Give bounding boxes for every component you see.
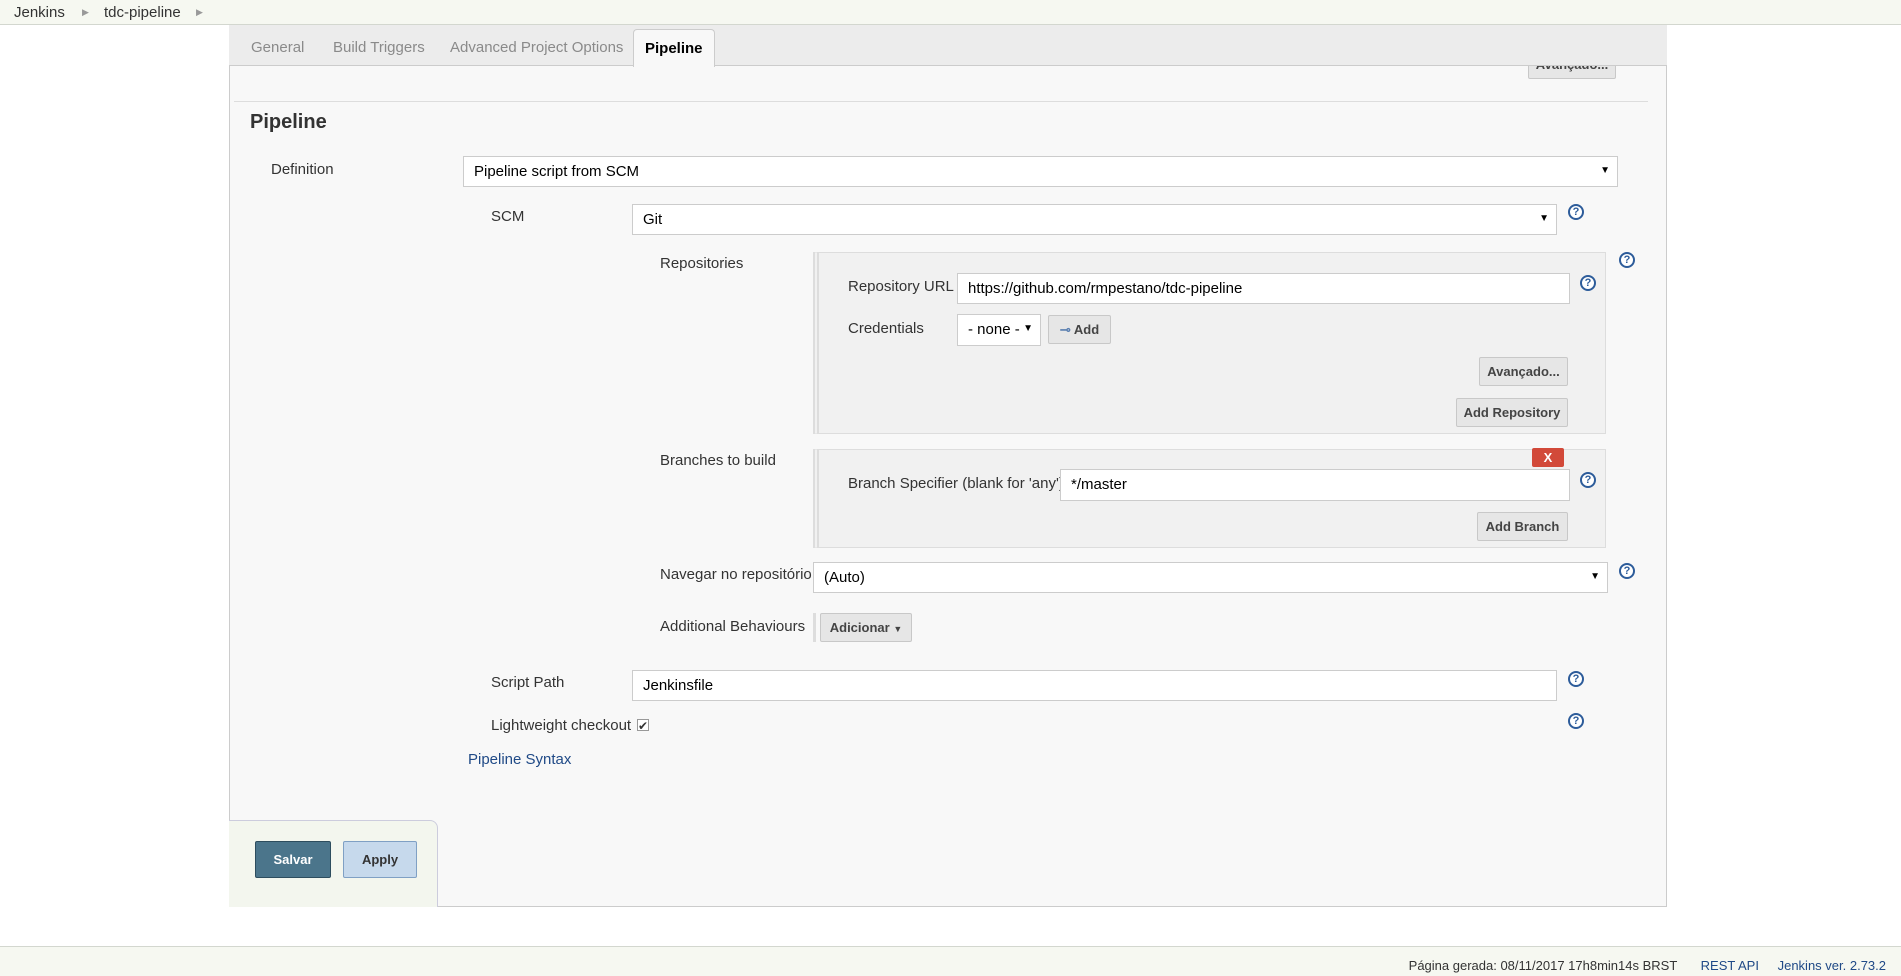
tab-advanced-project-options[interactable]: Advanced Project Options <box>450 39 623 56</box>
behaviours-bar <box>813 613 816 642</box>
dropdown-arrow-icon: ▼ <box>1539 213 1549 224</box>
add-branch-button[interactable]: Add Branch <box>1477 512 1568 541</box>
definition-value: Pipeline script from SCM <box>474 163 640 180</box>
branch-specifier-label: Branch Specifier (blank for 'any') <box>848 475 1064 492</box>
additional-behaviours-label: Additional Behaviours <box>660 618 806 635</box>
section-divider <box>234 101 1648 102</box>
footer: Página gerada: 08/11/2017 17h8min14s BRS… <box>0 946 1901 976</box>
help-icon[interactable]: ? <box>1568 671 1584 687</box>
credentials-label: Credentials <box>848 320 924 337</box>
page-generated-text: Página gerada: 08/11/2017 17h8min14s BRS… <box>1408 958 1678 973</box>
script-path-input[interactable]: Jenkinsfile <box>632 670 1557 701</box>
breadcrumb-bar: Jenkins ▶ tdc-pipeline ▶ <box>0 0 1901 25</box>
credentials-select[interactable]: - none - ▼ <box>957 314 1041 346</box>
breadcrumb-arrow-icon[interactable]: ▶ <box>196 7 203 18</box>
repository-url-input[interactable]: https://github.com/rmpestano/tdc-pipelin… <box>957 273 1570 304</box>
definition-label: Definition <box>271 161 334 178</box>
breadcrumb-project[interactable]: tdc-pipeline <box>104 4 181 21</box>
dropdown-arrow-icon: ▼ <box>1590 571 1600 582</box>
tab-build-triggers[interactable]: Build Triggers <box>333 39 425 56</box>
scm-value: Git <box>643 211 663 228</box>
branch-specifier-input[interactable]: */master <box>1060 469 1570 501</box>
credentials-value: - none - <box>968 321 1020 338</box>
add-behaviour-button[interactable]: Adicionar ▼ <box>820 613 912 642</box>
definition-select[interactable]: Pipeline script from SCM ▼ <box>463 156 1618 187</box>
help-icon[interactable]: ? <box>1619 563 1635 579</box>
repository-browser-value: (Auto) <box>824 569 865 586</box>
help-icon[interactable]: ? <box>1619 252 1635 268</box>
branches-label: Branches to build <box>660 452 776 469</box>
rest-api-link[interactable]: REST API <box>1701 958 1759 973</box>
repository-browser-label: Navegar no repositório <box>660 566 812 583</box>
scm-label: SCM <box>491 208 525 225</box>
add-credentials-button[interactable]: ⊸ Add <box>1048 315 1111 344</box>
dropdown-arrow-icon: ▼ <box>1600 165 1610 176</box>
save-button[interactable]: Salvar <box>255 841 331 878</box>
add-repository-button[interactable]: Add Repository <box>1456 398 1568 427</box>
apply-button[interactable]: Apply <box>343 841 417 878</box>
repositories-label: Repositories <box>660 255 744 272</box>
lightweight-checkout-label: Lightweight checkout <box>491 717 632 734</box>
lightweight-checkout-checkbox[interactable]: ✔ <box>637 719 649 732</box>
tab-general[interactable]: General <box>251 39 304 56</box>
script-path-label: Script Path <box>491 674 565 691</box>
pipeline-syntax-link[interactable]: Pipeline Syntax <box>468 751 571 768</box>
help-icon[interactable]: ? <box>1580 275 1596 291</box>
advanced-button[interactable]: Avançado... <box>1479 357 1568 386</box>
tab-bar: General Build Triggers Advanced Project … <box>229 25 1667 67</box>
scm-select[interactable]: Git ▼ <box>632 204 1557 235</box>
repository-url-label: Repository URL <box>848 278 954 295</box>
key-icon: ⊸ <box>1059 322 1071 337</box>
help-icon[interactable]: ? <box>1580 472 1596 488</box>
add-behaviour-label: Adicionar <box>829 620 890 635</box>
breadcrumb-arrow-icon[interactable]: ▶ <box>82 7 89 18</box>
section-title: Pipeline <box>250 111 327 133</box>
jenkins-version-link[interactable]: Jenkins ver. 2.73.2 <box>1778 958 1886 973</box>
help-icon[interactable]: ? <box>1568 204 1584 220</box>
dropdown-arrow-icon: ▼ <box>1023 323 1033 334</box>
breadcrumb-jenkins[interactable]: Jenkins <box>14 4 65 21</box>
add-credentials-label: Add <box>1073 322 1100 337</box>
delete-branch-button[interactable]: X <box>1532 448 1564 467</box>
tab-pipeline[interactable]: Pipeline <box>633 29 715 67</box>
help-icon[interactable]: ? <box>1568 713 1584 729</box>
caret-down-icon: ▼ <box>893 624 903 634</box>
repository-browser-select[interactable]: (Auto) ▼ <box>813 562 1608 593</box>
